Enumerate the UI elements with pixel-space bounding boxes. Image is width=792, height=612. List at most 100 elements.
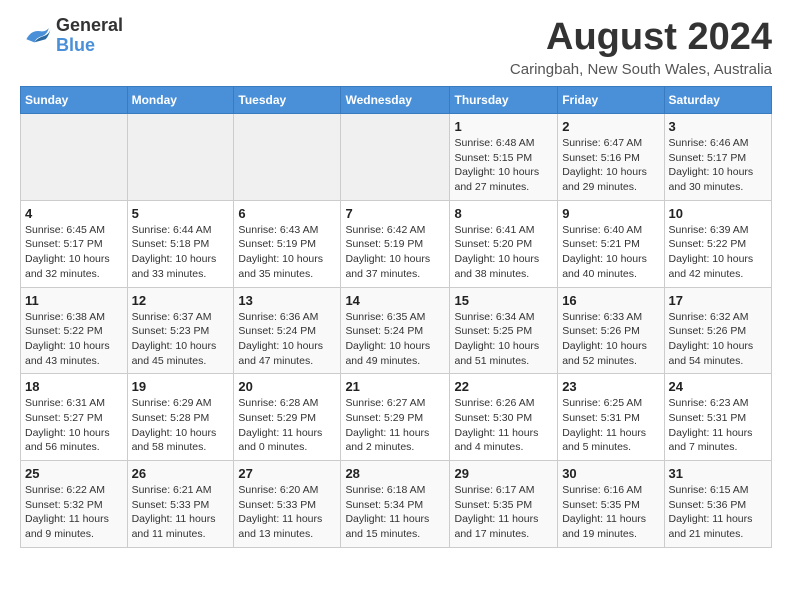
day-detail: Sunrise: 6:41 AM Sunset: 5:20 PM Dayligh… [454, 223, 553, 282]
logo-bird-icon [20, 22, 52, 50]
day-detail: Sunrise: 6:46 AM Sunset: 5:17 PM Dayligh… [669, 136, 767, 195]
day-number: 10 [669, 206, 767, 221]
logo-general-text: General [56, 16, 123, 36]
day-detail: Sunrise: 6:33 AM Sunset: 5:26 PM Dayligh… [562, 310, 659, 369]
calendar-body: 1 Sunrise: 6:48 AM Sunset: 5:15 PM Daylig… [21, 114, 772, 548]
day-detail: Sunrise: 6:48 AM Sunset: 5:15 PM Dayligh… [454, 136, 553, 195]
calendar-cell: 16 Sunrise: 6:33 AM Sunset: 5:26 PM Dayli… [558, 287, 664, 374]
calendar-cell: 8Sunrise: 6:41 AM Sunset: 5:20 PM Daylig… [450, 200, 558, 287]
calendar-cell: 31 Sunrise: 6:15 AM Sunset: 5:36 PM Dayli… [664, 461, 771, 548]
day-number: 31 [669, 466, 767, 481]
calendar-cell: 10Sunrise: 6:39 AM Sunset: 5:22 PM Dayli… [664, 200, 771, 287]
calendar-cell: 23Sunrise: 6:25 AM Sunset: 5:31 PM Dayli… [558, 374, 664, 461]
day-number: 5 [132, 206, 230, 221]
calendar-cell [127, 114, 234, 201]
calendar-cell: 30 Sunrise: 6:16 AM Sunset: 5:35 PM Dayli… [558, 461, 664, 548]
day-detail: Sunrise: 6:16 AM Sunset: 5:35 PM Dayligh… [562, 483, 659, 542]
header-cell-sunday: Sunday [21, 87, 128, 114]
day-detail: Sunrise: 6:28 AM Sunset: 5:29 PM Dayligh… [238, 396, 336, 455]
calendar-cell [234, 114, 341, 201]
day-number: 16 [562, 293, 659, 308]
header-cell-saturday: Saturday [664, 87, 771, 114]
day-detail: Sunrise: 6:36 AM Sunset: 5:24 PM Dayligh… [238, 310, 336, 369]
calendar-week-1: 1 Sunrise: 6:48 AM Sunset: 5:15 PM Daylig… [21, 114, 772, 201]
calendar-cell: 18 Sunrise: 6:31 AM Sunset: 5:27 PM Dayli… [21, 374, 128, 461]
calendar-cell: 1 Sunrise: 6:48 AM Sunset: 5:15 PM Daylig… [450, 114, 558, 201]
header: General Blue August 2024 Caringbah, New … [20, 16, 772, 78]
day-detail: Sunrise: 6:22 AM Sunset: 5:32 PM Dayligh… [25, 483, 123, 542]
header-cell-tuesday: Tuesday [234, 87, 341, 114]
day-number: 1 [454, 119, 553, 134]
day-number: 18 [25, 379, 123, 394]
calendar-cell: 24Sunrise: 6:23 AM Sunset: 5:31 PM Dayli… [664, 374, 771, 461]
calendar-cell: 4 Sunrise: 6:45 AM Sunset: 5:17 PM Daylig… [21, 200, 128, 287]
day-number: 14 [345, 293, 445, 308]
day-number: 7 [345, 206, 445, 221]
day-number: 22 [454, 379, 553, 394]
calendar-cell: 2Sunrise: 6:47 AM Sunset: 5:16 PM Daylig… [558, 114, 664, 201]
calendar-week-3: 11 Sunrise: 6:38 AM Sunset: 5:22 PM Dayli… [21, 287, 772, 374]
day-detail: Sunrise: 6:25 AM Sunset: 5:31 PM Dayligh… [562, 396, 659, 455]
day-number: 17 [669, 293, 767, 308]
day-detail: Sunrise: 6:18 AM Sunset: 5:34 PM Dayligh… [345, 483, 445, 542]
calendar-cell: 6 Sunrise: 6:43 AM Sunset: 5:19 PM Daylig… [234, 200, 341, 287]
calendar-cell: 15Sunrise: 6:34 AM Sunset: 5:25 PM Dayli… [450, 287, 558, 374]
day-detail: Sunrise: 6:31 AM Sunset: 5:27 PM Dayligh… [25, 396, 123, 455]
day-detail: Sunrise: 6:27 AM Sunset: 5:29 PM Dayligh… [345, 396, 445, 455]
day-detail: Sunrise: 6:23 AM Sunset: 5:31 PM Dayligh… [669, 396, 767, 455]
calendar-cell: 26Sunrise: 6:21 AM Sunset: 5:33 PM Dayli… [127, 461, 234, 548]
day-detail: Sunrise: 6:42 AM Sunset: 5:19 PM Dayligh… [345, 223, 445, 282]
main-title: August 2024 [510, 16, 772, 59]
day-detail: Sunrise: 6:38 AM Sunset: 5:22 PM Dayligh… [25, 310, 123, 369]
header-cell-friday: Friday [558, 87, 664, 114]
header-cell-monday: Monday [127, 87, 234, 114]
day-number: 30 [562, 466, 659, 481]
calendar-cell: 17 Sunrise: 6:32 AM Sunset: 5:26 PM Dayli… [664, 287, 771, 374]
header-cell-wednesday: Wednesday [341, 87, 450, 114]
calendar-cell: 27 Sunrise: 6:20 AM Sunset: 5:33 PM Dayli… [234, 461, 341, 548]
day-detail: Sunrise: 6:20 AM Sunset: 5:33 PM Dayligh… [238, 483, 336, 542]
header-cell-thursday: Thursday [450, 87, 558, 114]
calendar-cell [21, 114, 128, 201]
calendar-cell: 12Sunrise: 6:37 AM Sunset: 5:23 PM Dayli… [127, 287, 234, 374]
day-number: 25 [25, 466, 123, 481]
calendar-cell: 9Sunrise: 6:40 AM Sunset: 5:21 PM Daylig… [558, 200, 664, 287]
calendar-header: SundayMondayTuesdayWednesdayThursdayFrid… [21, 87, 772, 114]
calendar-table: SundayMondayTuesdayWednesdayThursdayFrid… [20, 86, 772, 548]
calendar-cell: 29 Sunrise: 6:17 AM Sunset: 5:35 PM Dayli… [450, 461, 558, 548]
logo-blue-text: Blue [56, 36, 123, 56]
calendar-cell: 11 Sunrise: 6:38 AM Sunset: 5:22 PM Dayli… [21, 287, 128, 374]
day-detail: Sunrise: 6:37 AM Sunset: 5:23 PM Dayligh… [132, 310, 230, 369]
title-block: August 2024 Caringbah, New South Wales, … [510, 16, 772, 78]
day-detail: Sunrise: 6:26 AM Sunset: 5:30 PM Dayligh… [454, 396, 553, 455]
day-number: 2 [562, 119, 659, 134]
day-number: 3 [669, 119, 767, 134]
calendar-cell: 25 Sunrise: 6:22 AM Sunset: 5:32 PM Dayli… [21, 461, 128, 548]
day-detail: Sunrise: 6:44 AM Sunset: 5:18 PM Dayligh… [132, 223, 230, 282]
calendar-week-4: 18 Sunrise: 6:31 AM Sunset: 5:27 PM Dayli… [21, 374, 772, 461]
day-detail: Sunrise: 6:45 AM Sunset: 5:17 PM Dayligh… [25, 223, 123, 282]
day-detail: Sunrise: 6:43 AM Sunset: 5:19 PM Dayligh… [238, 223, 336, 282]
day-number: 27 [238, 466, 336, 481]
day-detail: Sunrise: 6:17 AM Sunset: 5:35 PM Dayligh… [454, 483, 553, 542]
subtitle: Caringbah, New South Wales, Australia [510, 61, 772, 78]
logo-text: General Blue [56, 16, 123, 56]
day-detail: Sunrise: 6:32 AM Sunset: 5:26 PM Dayligh… [669, 310, 767, 369]
calendar-cell [341, 114, 450, 201]
calendar-cell: 5 Sunrise: 6:44 AM Sunset: 5:18 PM Daylig… [127, 200, 234, 287]
calendar-cell: 19Sunrise: 6:29 AM Sunset: 5:28 PM Dayli… [127, 374, 234, 461]
day-number: 11 [25, 293, 123, 308]
calendar-cell: 3 Sunrise: 6:46 AM Sunset: 5:17 PM Daylig… [664, 114, 771, 201]
day-number: 26 [132, 466, 230, 481]
day-number: 9 [562, 206, 659, 221]
day-number: 29 [454, 466, 553, 481]
day-detail: Sunrise: 6:29 AM Sunset: 5:28 PM Dayligh… [132, 396, 230, 455]
calendar-cell: 13Sunrise: 6:36 AM Sunset: 5:24 PM Dayli… [234, 287, 341, 374]
day-number: 6 [238, 206, 336, 221]
day-detail: Sunrise: 6:34 AM Sunset: 5:25 PM Dayligh… [454, 310, 553, 369]
day-number: 4 [25, 206, 123, 221]
day-detail: Sunrise: 6:15 AM Sunset: 5:36 PM Dayligh… [669, 483, 767, 542]
day-detail: Sunrise: 6:35 AM Sunset: 5:24 PM Dayligh… [345, 310, 445, 369]
calendar-cell: 28Sunrise: 6:18 AM Sunset: 5:34 PM Dayli… [341, 461, 450, 548]
calendar-week-5: 25 Sunrise: 6:22 AM Sunset: 5:32 PM Dayli… [21, 461, 772, 548]
